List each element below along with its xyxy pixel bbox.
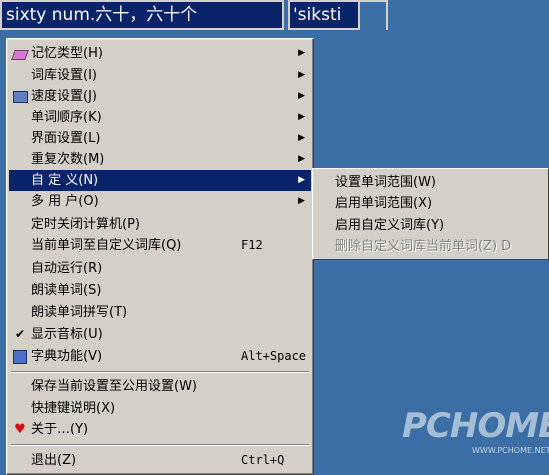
submenu-arrow-icon: ▶ xyxy=(298,112,305,122)
menu-item-custom[interactable]: 自 定 义(N) ▶ xyxy=(9,170,311,191)
gem-icon xyxy=(11,43,29,64)
menu-item-speed-settings[interactable]: 速度设置(J) ▶ xyxy=(9,86,311,107)
submenu-arrow-icon: ▶ xyxy=(298,196,305,206)
submenu-arrow-icon: ▶ xyxy=(298,91,305,101)
menu-item-multi-user[interactable]: 多 用 户(O) ▶ xyxy=(9,191,311,212)
film-icon xyxy=(12,86,28,107)
menu-item-memory-type[interactable]: 记忆类型(H) ▶ xyxy=(9,43,311,64)
menu-separator xyxy=(11,444,309,446)
menu-item-show-phonetic[interactable]: ✔ 显示音标(U) xyxy=(9,324,311,345)
word-bar: sixty num.六十，六十个 'siksti xyxy=(0,0,388,34)
custom-submenu: 设置单词范围(W) 启用单词范围(X) 启用自定义词库(Y) 删除自定义词库当前… xyxy=(312,168,549,260)
menu-item-add-to-custom-library[interactable]: 当前单词至自定义词库(Q) F12 xyxy=(9,235,311,256)
menu-item-timed-shutdown[interactable]: 定时关闭计算机(P) xyxy=(9,214,311,235)
menu-item-auto-run[interactable]: 自动运行(R) xyxy=(9,258,311,279)
book-icon xyxy=(12,346,28,367)
shortcut-label: Ctrl+Q xyxy=(241,453,285,467)
pchome-watermark: PCHOME WWW.PCHOME.NET xyxy=(400,390,549,460)
menu-item-interface-settings[interactable]: 界面设置(L) ▶ xyxy=(9,128,311,149)
menu-item-library-settings[interactable]: 词库设置(I) ▶ xyxy=(9,65,311,86)
submenu-arrow-icon: ▶ xyxy=(298,133,305,143)
phonetic-display[interactable]: 'siksti xyxy=(288,0,360,30)
menu-item-repeat-count[interactable]: 重复次数(M) ▶ xyxy=(9,149,311,170)
submenu-arrow-icon: ▶ xyxy=(298,175,305,185)
submenu-arrow-icon: ▶ xyxy=(298,70,305,80)
current-word-display[interactable]: sixty num.六十，六十个 xyxy=(0,0,284,30)
checkmark-icon: ✔ xyxy=(14,327,26,341)
context-menu: 记忆类型(H) ▶ 词库设置(I) ▶ 速度设置(J) ▶ 单词顺序(K) ▶ … xyxy=(6,38,314,475)
menu-item-exit[interactable]: 退出(Z) Ctrl+Q xyxy=(9,450,311,471)
submenu-arrow-icon: ▶ xyxy=(298,48,305,58)
menu-item-read-spelling[interactable]: 朗读单词拼写(T) xyxy=(9,302,311,323)
menu-item-save-to-public[interactable]: 保存当前设置至公用设置(W) xyxy=(9,376,311,397)
shortcut-label: Alt+Space xyxy=(241,349,307,363)
menu-separator xyxy=(11,371,309,373)
watermark-brand: PCHOME xyxy=(402,406,549,446)
shortcut-label: F12 xyxy=(241,238,263,252)
watermark-url: WWW.PCHOME.NET xyxy=(472,446,549,455)
menu-item-word-order[interactable]: 单词顺序(K) ▶ xyxy=(9,107,311,128)
word-bar-end xyxy=(360,0,388,30)
menu-item-about[interactable]: ♥ 关于…(Y) xyxy=(9,419,311,440)
submenu-arrow-icon: ▶ xyxy=(298,154,305,164)
menu-item-dictionary[interactable]: 字典功能(V) Alt+Space xyxy=(9,346,311,367)
menu-item-shortcut-help[interactable]: 快捷键说明(X) xyxy=(9,398,311,419)
menu-item-read-word[interactable]: 朗读单词(S) xyxy=(9,280,311,301)
heart-icon: ♥ xyxy=(14,422,26,437)
